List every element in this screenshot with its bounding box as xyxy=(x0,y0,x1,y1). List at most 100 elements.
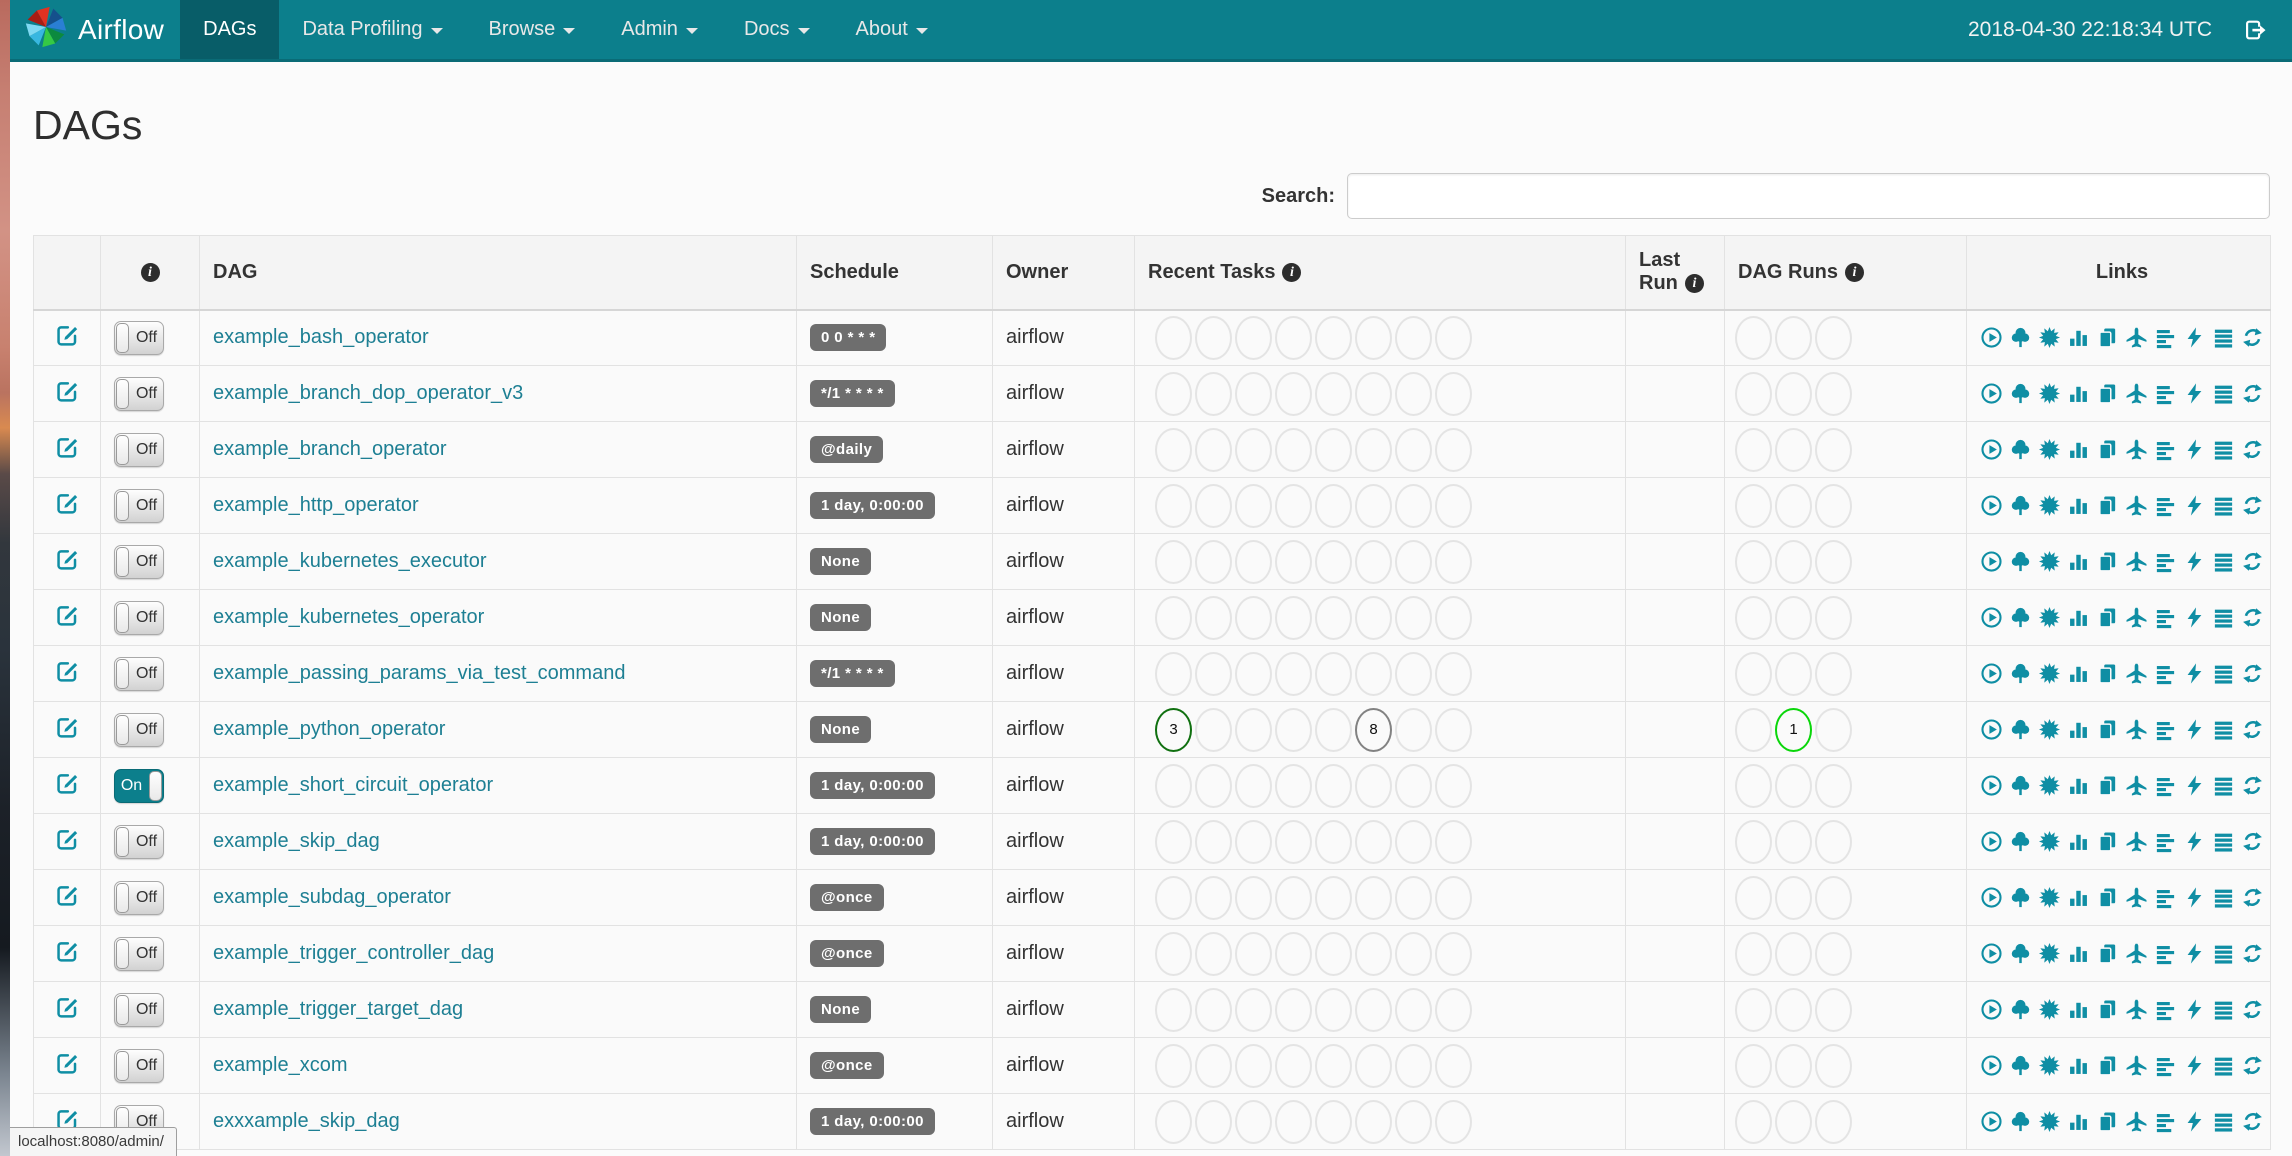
code-view-icon[interactable] xyxy=(2183,550,2206,573)
logs-icon[interactable] xyxy=(2212,774,2235,797)
trigger-dag-icon[interactable] xyxy=(1980,438,2003,461)
logout-button[interactable] xyxy=(2242,17,2268,43)
dag-name-link[interactable]: example_passing_params_via_test_command xyxy=(213,662,625,684)
dag-name-link[interactable]: example_branch_dop_operator_v3 xyxy=(213,382,523,404)
edit-dag-button[interactable] xyxy=(54,994,80,1020)
graph-view-icon[interactable] xyxy=(2038,718,2061,741)
trigger-dag-icon[interactable] xyxy=(1980,326,2003,349)
logs-icon[interactable] xyxy=(2212,438,2235,461)
dag-name-link[interactable]: example_short_circuit_operator xyxy=(213,774,493,796)
code-view-icon[interactable] xyxy=(2183,942,2206,965)
dag-pause-toggle[interactable]: Off xyxy=(114,712,164,747)
tree-view-icon[interactable] xyxy=(2009,998,2032,1021)
landing-times-icon[interactable] xyxy=(2125,550,2148,573)
graph-view-icon[interactable] xyxy=(2038,774,2061,797)
task-tries-icon[interactable] xyxy=(2096,774,2119,797)
graph-view-icon[interactable] xyxy=(2038,886,2061,909)
task-duration-icon[interactable] xyxy=(2067,942,2090,965)
landing-times-icon[interactable] xyxy=(2125,382,2148,405)
task-duration-icon[interactable] xyxy=(2067,550,2090,573)
trigger-dag-icon[interactable] xyxy=(1980,1054,2003,1077)
refresh-icon[interactable] xyxy=(2241,830,2264,853)
recent-task-state-circle[interactable]: 3 xyxy=(1155,707,1192,752)
task-duration-icon[interactable] xyxy=(2067,326,2090,349)
dag-name-link[interactable]: example_branch_operator xyxy=(213,438,447,460)
logs-icon[interactable] xyxy=(2212,1110,2235,1133)
trigger-dag-icon[interactable] xyxy=(1980,998,2003,1021)
gantt-view-icon[interactable] xyxy=(2154,1110,2177,1133)
landing-times-icon[interactable] xyxy=(2125,326,2148,349)
code-view-icon[interactable] xyxy=(2183,1110,2206,1133)
trigger-dag-icon[interactable] xyxy=(1980,494,2003,517)
refresh-icon[interactable] xyxy=(2241,886,2264,909)
gantt-view-icon[interactable] xyxy=(2154,942,2177,965)
task-duration-icon[interactable] xyxy=(2067,998,2090,1021)
gantt-view-icon[interactable] xyxy=(2154,774,2177,797)
landing-times-icon[interactable] xyxy=(2125,1110,2148,1133)
task-tries-icon[interactable] xyxy=(2096,606,2119,629)
task-duration-icon[interactable] xyxy=(2067,886,2090,909)
dag-run-state-circle[interactable]: 1 xyxy=(1775,707,1812,752)
gantt-view-icon[interactable] xyxy=(2154,886,2177,909)
trigger-dag-icon[interactable] xyxy=(1980,550,2003,573)
logs-icon[interactable] xyxy=(2212,998,2235,1021)
edit-dag-button[interactable] xyxy=(54,1050,80,1076)
task-tries-icon[interactable] xyxy=(2096,942,2119,965)
graph-view-icon[interactable] xyxy=(2038,326,2061,349)
dag-name-link[interactable]: example_bash_operator xyxy=(213,326,429,348)
gantt-view-icon[interactable] xyxy=(2154,718,2177,741)
code-view-icon[interactable] xyxy=(2183,662,2206,685)
code-view-icon[interactable] xyxy=(2183,382,2206,405)
nav-item-admin[interactable]: Admin xyxy=(598,0,721,59)
graph-view-icon[interactable] xyxy=(2038,998,2061,1021)
graph-view-icon[interactable] xyxy=(2038,494,2061,517)
logs-icon[interactable] xyxy=(2212,494,2235,517)
tree-view-icon[interactable] xyxy=(2009,606,2032,629)
brand[interactable]: Airflow xyxy=(10,0,180,59)
graph-view-icon[interactable] xyxy=(2038,1054,2061,1077)
logs-icon[interactable] xyxy=(2212,662,2235,685)
dag-name-link[interactable]: example_skip_dag xyxy=(213,830,380,852)
gantt-view-icon[interactable] xyxy=(2154,382,2177,405)
refresh-icon[interactable] xyxy=(2241,438,2264,461)
task-duration-icon[interactable] xyxy=(2067,1054,2090,1077)
tree-view-icon[interactable] xyxy=(2009,1110,2032,1133)
trigger-dag-icon[interactable] xyxy=(1980,662,2003,685)
refresh-icon[interactable] xyxy=(2241,382,2264,405)
logs-icon[interactable] xyxy=(2212,718,2235,741)
code-view-icon[interactable] xyxy=(2183,494,2206,517)
gantt-view-icon[interactable] xyxy=(2154,998,2177,1021)
tree-view-icon[interactable] xyxy=(2009,326,2032,349)
trigger-dag-icon[interactable] xyxy=(1980,1110,2003,1133)
edit-dag-button[interactable] xyxy=(54,826,80,852)
code-view-icon[interactable] xyxy=(2183,438,2206,461)
graph-view-icon[interactable] xyxy=(2038,942,2061,965)
edit-dag-button[interactable] xyxy=(54,322,80,348)
tree-view-icon[interactable] xyxy=(2009,774,2032,797)
landing-times-icon[interactable] xyxy=(2125,830,2148,853)
code-view-icon[interactable] xyxy=(2183,998,2206,1021)
trigger-dag-icon[interactable] xyxy=(1980,886,2003,909)
trigger-dag-icon[interactable] xyxy=(1980,774,2003,797)
landing-times-icon[interactable] xyxy=(2125,662,2148,685)
edit-dag-button[interactable] xyxy=(54,938,80,964)
task-tries-icon[interactable] xyxy=(2096,886,2119,909)
refresh-icon[interactable] xyxy=(2241,774,2264,797)
tree-view-icon[interactable] xyxy=(2009,718,2032,741)
edit-dag-button[interactable] xyxy=(54,546,80,572)
logs-icon[interactable] xyxy=(2212,606,2235,629)
landing-times-icon[interactable] xyxy=(2125,494,2148,517)
task-duration-icon[interactable] xyxy=(2067,494,2090,517)
tree-view-icon[interactable] xyxy=(2009,886,2032,909)
dag-name-link[interactable]: example_subdag_operator xyxy=(213,886,451,908)
dag-pause-toggle[interactable]: Off xyxy=(114,432,164,467)
refresh-icon[interactable] xyxy=(2241,326,2264,349)
dag-name-link[interactable]: example_python_operator xyxy=(213,718,445,740)
dag-pause-toggle[interactable]: Off xyxy=(114,1048,164,1083)
trigger-dag-icon[interactable] xyxy=(1980,942,2003,965)
dag-name-link[interactable]: example_kubernetes_executor xyxy=(213,550,487,572)
dag-pause-toggle[interactable]: Off xyxy=(114,600,164,635)
nav-item-data-profiling[interactable]: Data Profiling xyxy=(279,0,465,59)
tree-view-icon[interactable] xyxy=(2009,1054,2032,1077)
task-duration-icon[interactable] xyxy=(2067,718,2090,741)
